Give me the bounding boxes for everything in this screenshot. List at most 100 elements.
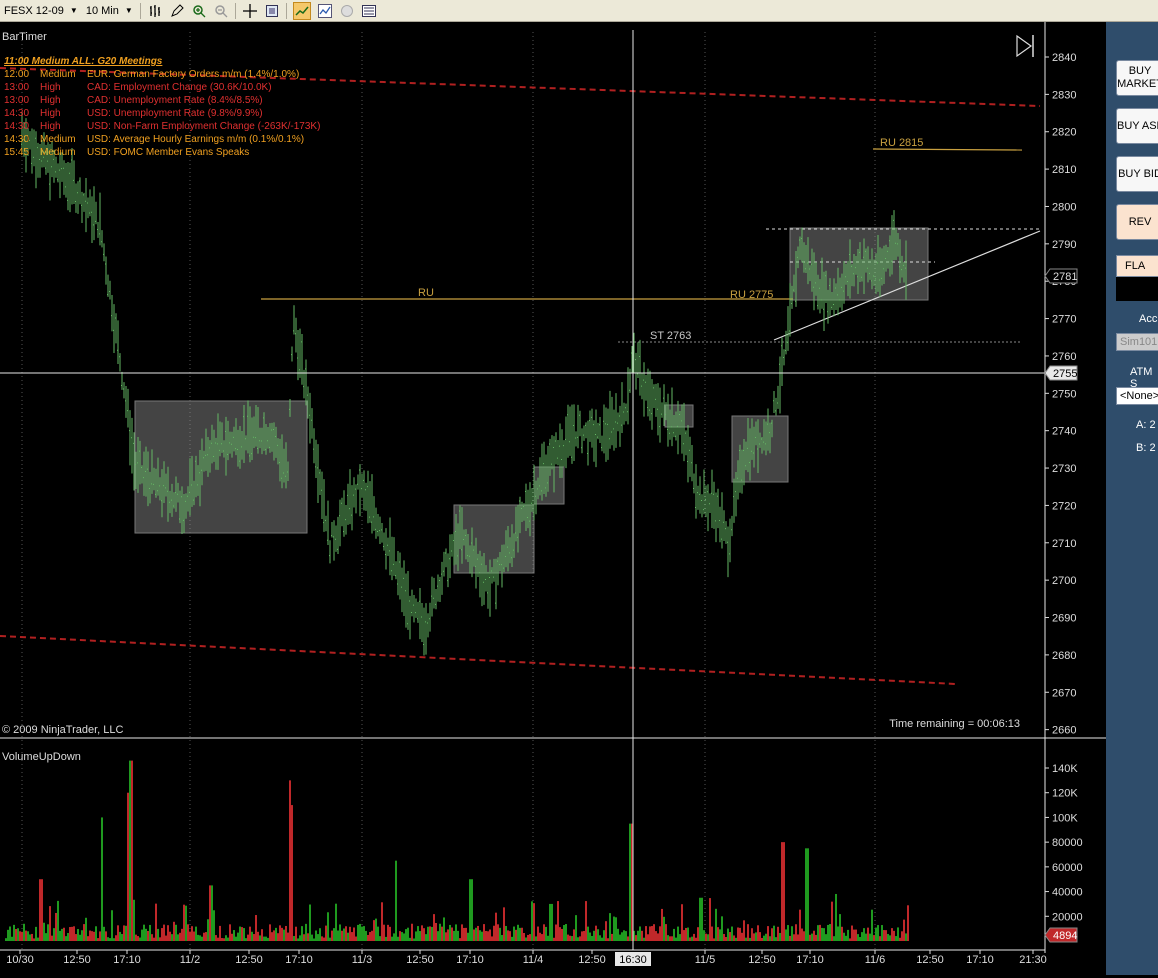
volume-bar xyxy=(29,934,31,941)
volume-bar xyxy=(383,924,385,941)
volume-bar xyxy=(645,926,647,941)
volume-bar xyxy=(551,903,553,941)
volume-bar xyxy=(209,885,211,941)
volume-bar xyxy=(97,938,99,941)
volume-bar xyxy=(871,909,873,941)
price-tick-label: 2770 xyxy=(1052,314,1076,326)
volume-bar xyxy=(327,912,329,941)
volume-bar xyxy=(123,925,125,941)
volume-bar xyxy=(159,937,161,941)
volume-bar xyxy=(83,924,85,941)
volume-bar xyxy=(487,931,489,941)
crosshair-time-label: 16:30 xyxy=(619,954,647,966)
toolbar-divider xyxy=(139,2,141,19)
crosshair-icon[interactable] xyxy=(242,3,258,19)
volume-bar xyxy=(709,898,711,941)
volume-bar xyxy=(519,927,521,941)
volume-bar xyxy=(55,912,57,941)
volume-bar xyxy=(893,930,895,941)
bar-type-icon[interactable] xyxy=(147,3,163,19)
buy-market-button[interactable]: BUYMARKET xyxy=(1116,60,1158,96)
volume-bar xyxy=(243,928,245,941)
volume-bar xyxy=(557,901,559,941)
volume-bar xyxy=(21,931,23,941)
news-impact: Medium xyxy=(40,134,76,145)
instrument-selector[interactable]: FESX 12-09 ▼ xyxy=(0,1,82,21)
time-tick-label: 12:50 xyxy=(578,954,606,966)
volume-bar xyxy=(459,938,461,941)
volume-bar xyxy=(653,924,655,941)
volume-bar xyxy=(887,933,889,941)
price-tick-label: 2660 xyxy=(1052,725,1076,737)
volume-bar xyxy=(643,937,645,941)
draw-pencil-icon[interactable] xyxy=(169,3,185,19)
chart-trader-icon[interactable] xyxy=(292,1,311,20)
properties-icon[interactable] xyxy=(264,3,280,19)
volume-bar xyxy=(811,933,813,941)
volume-bar xyxy=(23,923,25,941)
flatten-button[interactable]: FLA xyxy=(1116,255,1158,277)
volume-bar xyxy=(5,938,7,941)
volume-bar xyxy=(171,934,173,941)
volume-bar xyxy=(879,936,881,941)
volume-bar xyxy=(621,932,623,941)
volume-bar xyxy=(705,933,707,941)
volume-bar xyxy=(701,897,703,941)
account-select[interactable]: Sim101 xyxy=(1116,333,1158,351)
interval-selector[interactable]: 10 Min ▼ xyxy=(82,1,137,21)
volume-bar xyxy=(505,925,507,941)
time-tick-label: 12:50 xyxy=(748,954,776,966)
atm-strategy-select[interactable]: <None> xyxy=(1116,387,1158,405)
volume-bar xyxy=(531,901,533,941)
volume-bar xyxy=(491,936,493,941)
data-box-icon[interactable] xyxy=(361,3,377,19)
volume-bar xyxy=(675,937,677,941)
skip-to-end-icon[interactable] xyxy=(1016,34,1034,58)
volume-bar xyxy=(697,927,699,941)
volume-bar xyxy=(753,933,755,941)
volume-bar xyxy=(741,932,743,941)
price-tick-label: 2680 xyxy=(1052,650,1076,662)
volume-bar xyxy=(95,926,97,941)
volume-bar xyxy=(589,932,591,941)
volume-bar xyxy=(599,935,601,941)
volume-bar xyxy=(669,936,671,941)
volume-bar xyxy=(465,927,467,941)
news-time: 14:30 xyxy=(4,121,29,132)
volume-bar xyxy=(671,936,673,941)
volume-bar xyxy=(649,926,651,941)
zoom-out-icon[interactable] xyxy=(213,3,229,19)
volume-bar xyxy=(553,937,555,941)
volume-bar xyxy=(489,929,491,941)
b-value-label: B: 2 xyxy=(1136,442,1156,454)
volume-indicator-label: VolumeUpDown xyxy=(2,751,81,763)
volume-bar xyxy=(433,914,435,941)
strategy-icon[interactable] xyxy=(339,3,355,19)
indicators-icon[interactable] xyxy=(317,3,333,19)
volume-bar xyxy=(663,916,665,941)
volume-bar xyxy=(71,926,73,941)
reverse-button[interactable]: REV xyxy=(1116,204,1158,240)
buy-ask-button[interactable]: BUY ASK xyxy=(1116,108,1158,144)
news-text: USD: Average Hourly Earnings m/m (0.1%/0… xyxy=(87,134,304,145)
volume-bar xyxy=(127,792,129,941)
chart-canvas[interactable]: 2840283028202810280027902780277027602750… xyxy=(0,22,1106,975)
volume-bar xyxy=(499,927,501,941)
volume-bar xyxy=(349,926,351,941)
volume-bar xyxy=(143,924,145,941)
zoom-in-icon[interactable] xyxy=(191,3,207,19)
volume-bar xyxy=(563,925,565,941)
volume-bar xyxy=(481,931,483,941)
volume-bar xyxy=(739,927,741,941)
volume-bar xyxy=(37,937,39,941)
volume-bar xyxy=(125,925,127,941)
volume-bar xyxy=(613,916,615,941)
volume-bar xyxy=(683,930,685,941)
volume-bar xyxy=(417,926,419,941)
volume-bar xyxy=(699,897,701,941)
chart-area[interactable]: 2840283028202810280027902780277027602750… xyxy=(0,22,1106,975)
time-tick-label: 17:10 xyxy=(966,954,994,966)
volume-bar xyxy=(247,934,249,941)
volume-bar xyxy=(423,928,425,941)
buy-bid-button[interactable]: BUY BID xyxy=(1116,156,1158,192)
